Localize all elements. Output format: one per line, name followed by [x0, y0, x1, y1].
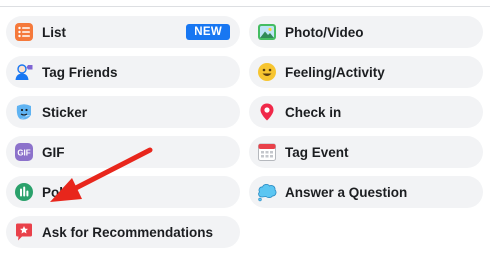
- option-list-label: List: [42, 24, 67, 40]
- option-gif-label: GIF: [42, 144, 65, 160]
- option-poll-label: Poll: [42, 184, 67, 200]
- option-answer-question[interactable]: Answer a Question: [249, 176, 483, 208]
- option-poll[interactable]: Poll: [6, 176, 240, 208]
- tag-friends-icon: [14, 62, 34, 82]
- option-gif[interactable]: GIF GIF: [6, 136, 240, 168]
- option-tag-friends-label: Tag Friends: [42, 64, 118, 80]
- option-list[interactable]: List NEW: [6, 16, 240, 48]
- smiley-icon: [257, 62, 277, 82]
- speech-bubble-icon: [257, 182, 277, 202]
- option-check-in-label: Check in: [285, 104, 342, 120]
- location-pin-icon: [257, 102, 277, 122]
- option-feeling-activity[interactable]: Feeling/Activity: [249, 56, 483, 88]
- option-check-in[interactable]: Check in: [249, 96, 483, 128]
- top-divider: [0, 6, 490, 7]
- option-ask-recommendations[interactable]: Ask for Recommendations: [6, 216, 240, 248]
- option-tag-event[interactable]: Tag Event: [249, 136, 483, 168]
- svg-text:GIF: GIF: [17, 149, 30, 158]
- option-sticker-label: Sticker: [42, 104, 88, 120]
- option-feeling-activity-label: Feeling/Activity: [285, 64, 385, 80]
- option-answer-question-label: Answer a Question: [285, 184, 408, 200]
- option-tag-friends[interactable]: Tag Friends: [6, 56, 240, 88]
- calendar-icon: [257, 142, 277, 162]
- post-options-grid: List NEW Photo/Video Tag Friends Feeling…: [6, 16, 483, 248]
- list-icon: [14, 22, 34, 42]
- option-photo-video[interactable]: Photo/Video: [249, 16, 483, 48]
- option-photo-video-label: Photo/Video: [285, 24, 364, 40]
- gif-icon: GIF: [14, 142, 34, 162]
- photo-icon: [257, 22, 277, 42]
- option-sticker[interactable]: Sticker: [6, 96, 240, 128]
- sticker-icon: [14, 102, 34, 122]
- option-tag-event-label: Tag Event: [285, 144, 349, 160]
- new-badge: NEW: [186, 24, 230, 40]
- recommendation-icon: [14, 222, 34, 242]
- poll-icon: [14, 182, 34, 202]
- option-ask-recommendations-label: Ask for Recommendations: [42, 224, 214, 240]
